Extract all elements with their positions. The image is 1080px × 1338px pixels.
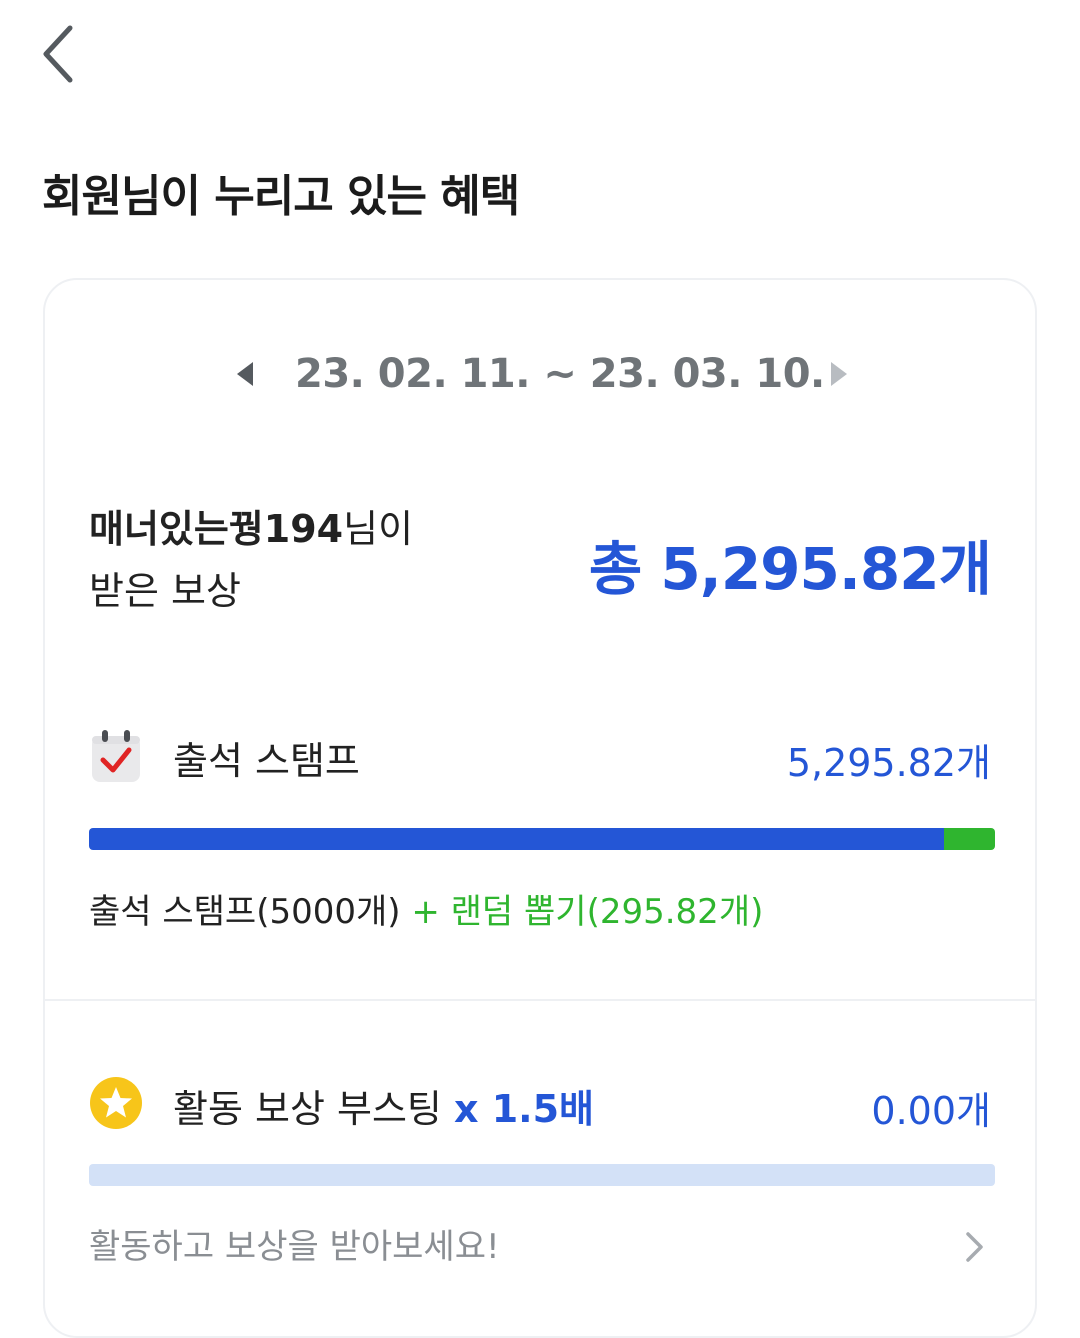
breakdown-random-draw: + 랜덤 뽑기(295.82개) xyxy=(411,892,764,932)
boost-multiplier: x 1.5배 xyxy=(453,1087,595,1131)
nickname-suffix: 님이 xyxy=(343,507,414,551)
attendance-breakdown: 출석 스탬프(5000개) + 랜덤 뽑기(295.82개) xyxy=(89,884,763,933)
star-icon xyxy=(90,1077,142,1129)
activity-reward-link[interactable]: 활동하고 보상을 받아보세요! xyxy=(89,1220,991,1274)
attendance-label: 출석 스탬프 xyxy=(173,739,360,783)
attendance-value: 5,295.82개 xyxy=(786,741,991,785)
calendar-check-icon xyxy=(92,730,140,782)
activity-reward-text: 활동하고 보상을 받아보세요! xyxy=(89,1227,500,1267)
stamp-progress-segment xyxy=(89,828,945,850)
boost-value: 0.00개 xyxy=(871,1089,991,1133)
random-draw-progress-segment xyxy=(944,828,995,850)
boost-label-text: 활동 보상 부스팅 xyxy=(173,1087,442,1131)
boost-label: 활동 보상 부스팅 x 1.5배 xyxy=(173,1078,594,1133)
chevron-left-icon xyxy=(43,25,73,83)
next-period-button[interactable] xyxy=(819,352,859,396)
previous-period-button[interactable] xyxy=(225,352,265,396)
caret-right-icon xyxy=(831,362,847,386)
nickname: 매너있는꿩194 xyxy=(89,507,344,551)
back-button[interactable] xyxy=(28,22,88,86)
section-divider xyxy=(45,999,1035,1001)
total-reward: 총 5,295.82개 xyxy=(588,535,992,603)
page-title: 회원님이 누리고 있는 혜택 xyxy=(42,171,520,222)
reward-summary-label: 매너있는꿩194님이 받은 보상 xyxy=(89,498,413,622)
summary-subtitle: 받은 보상 xyxy=(89,569,241,613)
benefit-card: 23. 02. 11. ~ 23. 03. 10. 매너있는꿩194님이 받은 … xyxy=(43,278,1037,1338)
breakdown-stamp: 출석 스탬프(5000개) xyxy=(89,892,401,932)
caret-left-icon xyxy=(237,362,253,386)
chevron-right-icon xyxy=(966,1232,983,1262)
attendance-progress-bar xyxy=(89,828,995,850)
boost-progress-bar xyxy=(89,1164,995,1186)
date-range: 23. 02. 11. ~ 23. 03. 10. xyxy=(295,351,825,397)
period-selector: 23. 02. 11. ~ 23. 03. 10. xyxy=(45,346,1035,402)
